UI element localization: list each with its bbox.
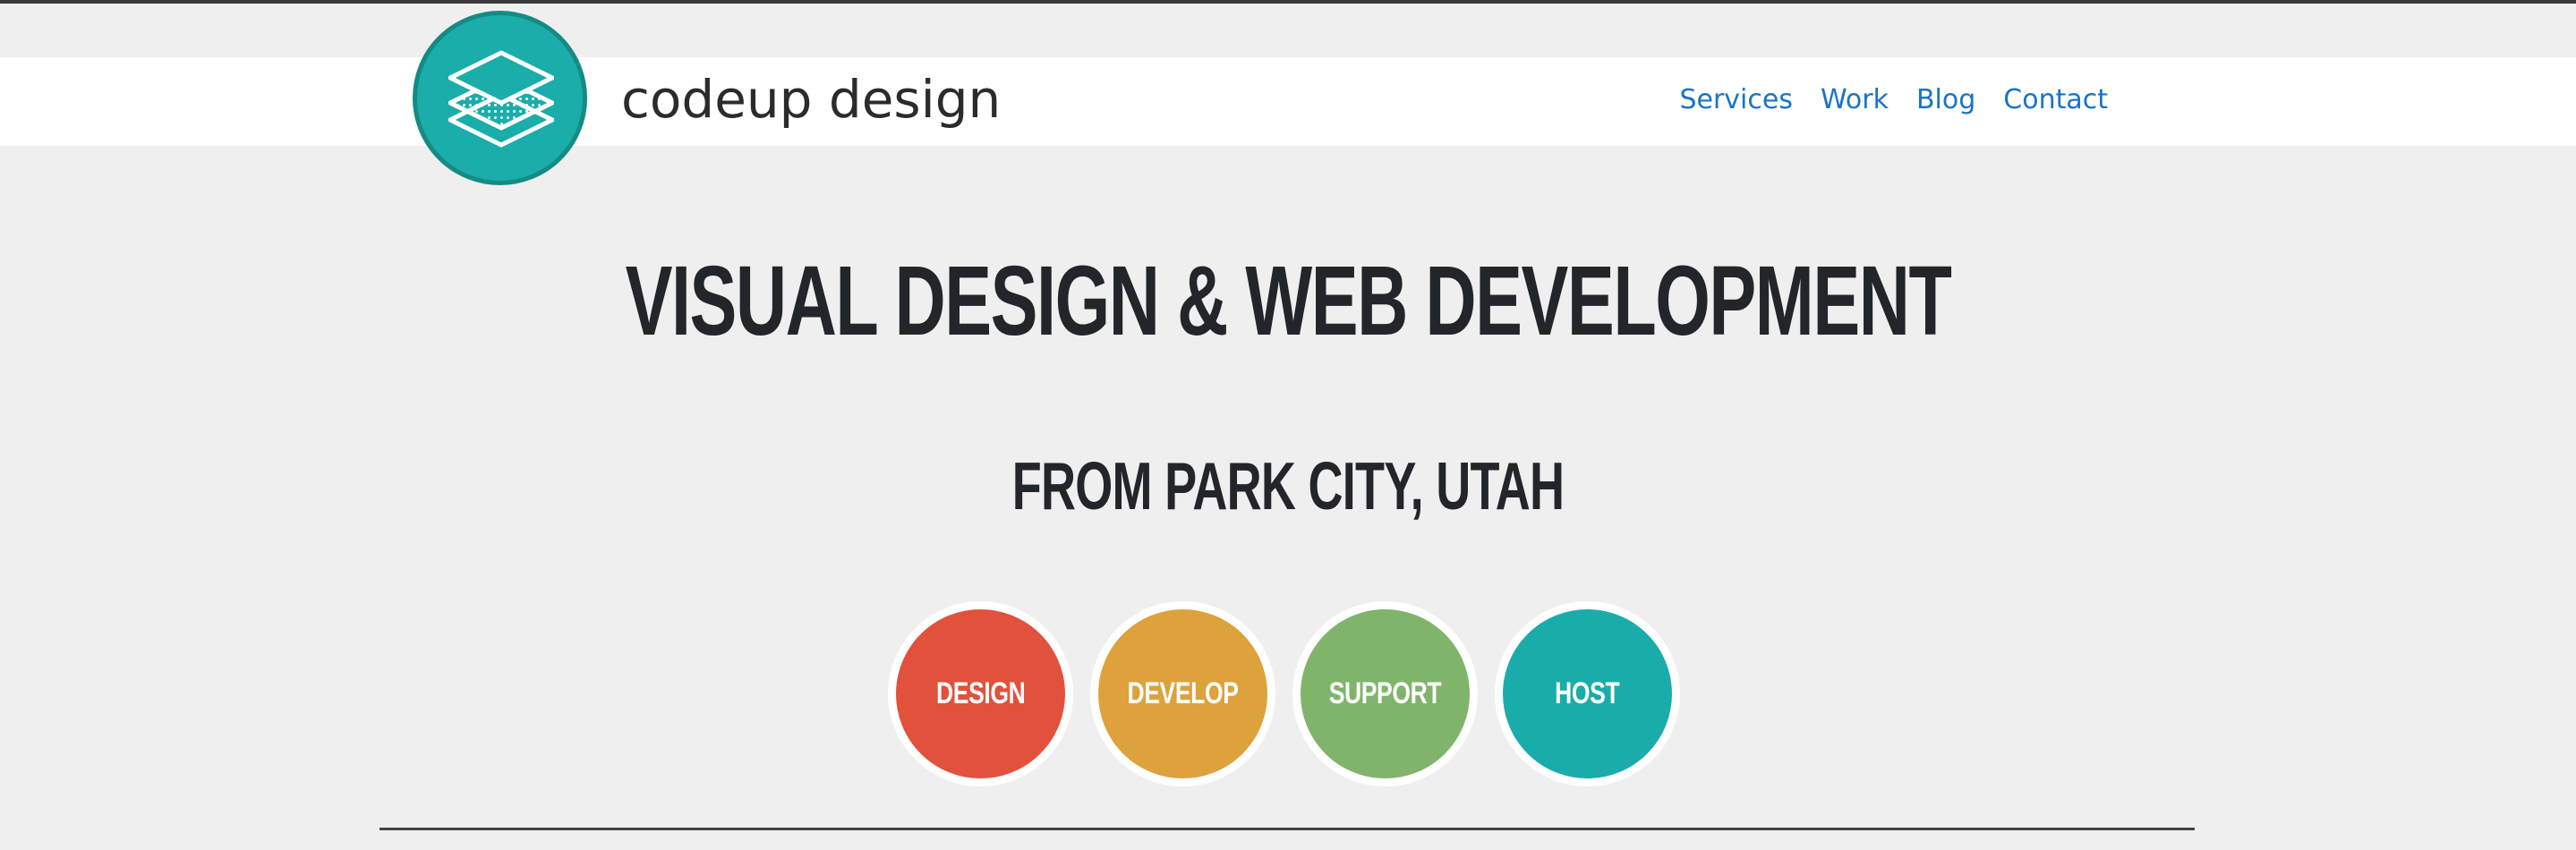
service-design-label: DESIGN <box>935 676 1026 710</box>
main-nav: Services Work Blog Contact <box>1679 82 2108 118</box>
top-border <box>0 0 2576 4</box>
nav-link-contact[interactable]: Contact <box>2003 82 2108 118</box>
hero-subheadline: FROM PARK CITY, UTAH <box>1011 448 1565 523</box>
service-support-button[interactable]: SUPPORT <box>1292 601 1478 786</box>
service-develop-label: DEVELOP <box>1127 676 1239 710</box>
service-host-label: HOST <box>1555 676 1620 710</box>
nav-link-services[interactable]: Services <box>1679 82 1793 118</box>
nav-link-blog[interactable]: Blog <box>1916 82 1975 118</box>
header-bar <box>0 57 2576 146</box>
service-develop-button[interactable]: DEVELOP <box>1090 601 1275 786</box>
brand-name[interactable]: codeup design <box>621 66 1001 132</box>
logo[interactable] <box>413 11 587 185</box>
hero-headline: VISUAL DESIGN & WEB DEVELOPMENT <box>625 246 1952 356</box>
service-support-label: SUPPORT <box>1328 676 1442 710</box>
service-circles: DESIGN DEVELOP SUPPORT HOST <box>888 601 1680 786</box>
nav-link-work[interactable]: Work <box>1821 82 1889 118</box>
layers-icon <box>448 50 554 148</box>
service-host-button[interactable]: HOST <box>1495 601 1680 786</box>
section-divider <box>380 828 2195 830</box>
service-design-button[interactable]: DESIGN <box>888 601 1073 786</box>
